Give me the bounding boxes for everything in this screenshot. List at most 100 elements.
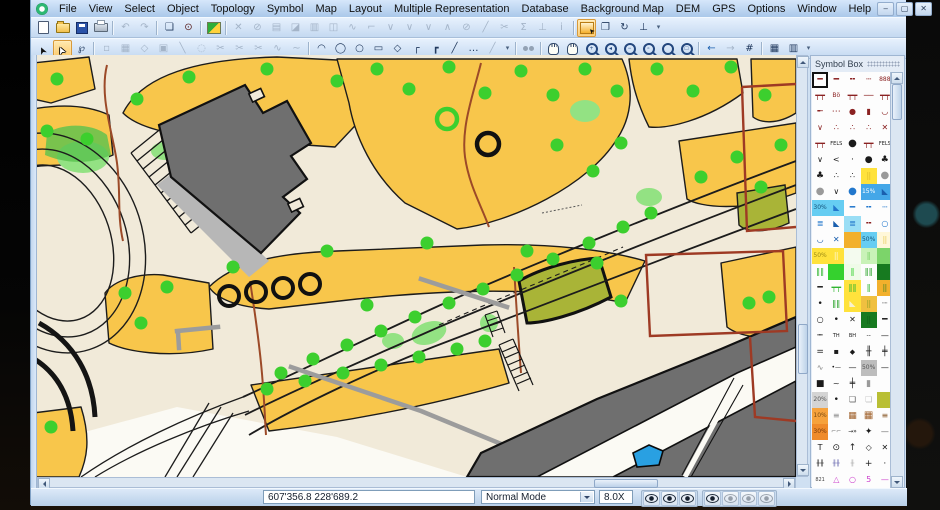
symbol-cell[interactable]: ╫╫ <box>812 456 828 472</box>
symbol-cell[interactable]: ┯┯ <box>828 280 844 296</box>
to-polyline-tool[interactable]: ∨ <box>419 19 438 37</box>
edit-clip-tool[interactable]: ⊘ <box>248 19 267 37</box>
menu-map[interactable]: Map <box>310 2 343 16</box>
symbol-cell[interactable] <box>844 248 860 264</box>
symbol-cell[interactable]: ┯┯ <box>812 88 828 104</box>
symbol-cell[interactable]: ◣ <box>828 200 844 216</box>
symbol-cell[interactable]: 50% <box>861 232 877 248</box>
symbol-cell[interactable]: < <box>828 152 844 168</box>
duplicate-object-tool[interactable]: ❐ <box>596 19 615 37</box>
menu-options[interactable]: Options <box>741 2 791 16</box>
symbol-cell[interactable]: ∴ <box>861 120 877 136</box>
smooth-line-tool[interactable]: ∿ <box>343 19 362 37</box>
zoom-level-field[interactable]: 8.0X <box>599 490 633 504</box>
symbol-cell[interactable]: ✕ <box>844 312 860 328</box>
merge-tool-tool[interactable]: ◫ <box>324 19 343 37</box>
symbol-cell[interactable]: ╫╫ <box>828 456 844 472</box>
symbol-cell[interactable]: ━ <box>844 200 860 216</box>
symbol-cell[interactable] <box>828 264 844 280</box>
new-file-tool[interactable] <box>34 19 53 37</box>
horizontal-scroll-thumb[interactable] <box>594 479 658 488</box>
symbol-cell[interactable]: ┯┯ <box>861 136 877 152</box>
symbol-cell[interactable]: ∿ <box>812 360 828 376</box>
symbol-cell[interactable]: ▮ <box>861 104 877 120</box>
menu-select[interactable]: Select <box>118 2 161 16</box>
symbol-cell[interactable]: ❏ <box>861 392 877 408</box>
symbol-cell[interactable]: ≣ <box>812 216 828 232</box>
symbol-cell[interactable]: 10% <box>812 408 828 424</box>
chevron-down-icon[interactable] <box>580 492 593 502</box>
symbol-cell[interactable]: ╍ <box>861 200 877 216</box>
symbol-cell[interactable]: ┯┯ <box>812 136 828 152</box>
symbol-cell[interactable]: ━ <box>812 280 828 296</box>
symbol-cell[interactable]: 5 <box>861 472 877 488</box>
view-toggle-eye-button[interactable] <box>679 491 696 506</box>
symbol-cell[interactable]: T <box>812 440 828 456</box>
zoom-to-extent-tool[interactable]: ❏ <box>160 19 179 37</box>
symbol-cell[interactable]: • <box>812 296 828 312</box>
symbol-cell[interactable]: ‖ <box>844 264 860 280</box>
symbol-cell[interactable]: ◇ <box>861 440 877 456</box>
symbol-cell[interactable]: ╪ <box>844 376 860 392</box>
symbol-cell[interactable]: ≡ <box>828 408 844 424</box>
panel-drag-handle[interactable] <box>867 61 900 67</box>
symbol-cell[interactable]: ● <box>861 152 877 168</box>
symbol-cell[interactable]: ‖ <box>861 280 877 296</box>
symbol-scrollbar[interactable] <box>890 72 903 488</box>
vertical-scroll-thumb[interactable] <box>798 324 808 374</box>
menu-window[interactable]: Window <box>791 2 842 16</box>
symbol-cell[interactable]: •— <box>828 360 844 376</box>
symbol-cell[interactable]: 15% <box>861 184 877 200</box>
menu-layout[interactable]: Layout <box>343 2 388 16</box>
symbol-cell[interactable]: ⊙ <box>828 440 844 456</box>
mode-combobox[interactable]: Normal Mode <box>481 490 595 504</box>
symbol-cell[interactable]: ‖ <box>861 248 877 264</box>
scroll-up-icon[interactable] <box>797 56 809 68</box>
symbol-cell-selected[interactable]: ━ <box>812 72 828 88</box>
symbol-cell[interactable]: ● <box>844 104 860 120</box>
symbol-cell[interactable]: ╍ <box>861 216 877 232</box>
scissors-tool[interactable]: ✂ <box>495 19 514 37</box>
symbol-cell[interactable]: ≣ <box>844 216 860 232</box>
symbol-cell[interactable]: ‖‖ <box>844 280 860 296</box>
map-canvas[interactable] <box>37 55 796 478</box>
symbol-cell[interactable]: ↑ <box>844 440 860 456</box>
symbol-cell[interactable]: TH <box>828 328 844 344</box>
menu-topology[interactable]: Topology <box>205 2 261 16</box>
symbol-cell[interactable]: ◆ <box>844 344 860 360</box>
save-file-tool[interactable] <box>72 19 91 37</box>
symbol-cell[interactable]: ╍ <box>844 72 860 88</box>
cut-hole-tool[interactable]: ⊘ <box>457 19 476 37</box>
to-line-tool[interactable]: ∨ <box>400 19 419 37</box>
hatch-tool-tool[interactable]: ▥ <box>305 19 324 37</box>
symbol-cell[interactable]: ⣿ <box>861 312 877 328</box>
view-toggle-eye-button[interactable] <box>722 491 739 506</box>
symbol-cell[interactable]: + <box>861 456 877 472</box>
symbol-cell[interactable]: ⣿ <box>861 296 877 312</box>
slice-object-tool[interactable]: ╱ <box>476 19 495 37</box>
restore-button[interactable]: ▢ <box>896 2 913 16</box>
symbol-cell[interactable]: ✦ <box>861 424 877 440</box>
symbol-cell[interactable]: ▦ <box>861 408 877 424</box>
symbol-cell[interactable]: ◣ <box>844 296 860 312</box>
print-tool[interactable] <box>91 19 110 37</box>
symbol-cell[interactable]: 50% <box>861 360 877 376</box>
symbol-cell[interactable]: ⋯ <box>828 104 844 120</box>
object-info-tool[interactable]: i <box>552 19 571 37</box>
view-entire-map-tool[interactable]: ⊙ <box>179 19 198 37</box>
rotate-object-tool[interactable]: ↻ <box>615 19 634 37</box>
symbol-cell[interactable]: ‖‖ <box>812 264 828 280</box>
symbol-cell[interactable]: ╾ <box>812 104 828 120</box>
symbol-cell[interactable]: ‖‖ <box>828 296 844 312</box>
symbol-cell[interactable]: ~ <box>828 376 844 392</box>
symbol-cell[interactable]: ┉ <box>812 328 828 344</box>
minimize-button[interactable]: ‒ <box>877 2 894 16</box>
symbol-cell[interactable]: ▮ <box>861 376 877 392</box>
symbol-cell[interactable]: • <box>828 312 844 328</box>
symbol-cell[interactable]: ── <box>861 88 877 104</box>
symbol-cell[interactable]: BH <box>844 328 860 344</box>
symbol-cell[interactable]: △ <box>828 472 844 488</box>
symbol-cell[interactable]: ◡ <box>812 232 828 248</box>
map-vertical-scrollbar[interactable] <box>796 55 808 477</box>
symbol-cell[interactable]: ⌐⌐ <box>828 424 844 440</box>
